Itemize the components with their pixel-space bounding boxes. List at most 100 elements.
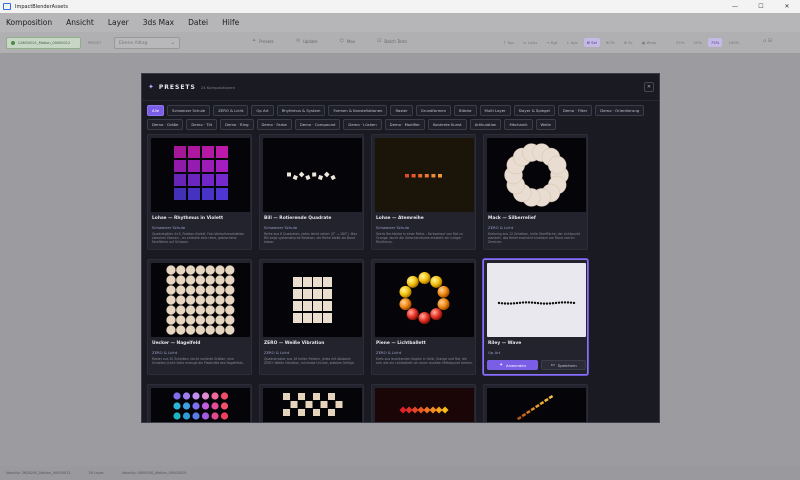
menu-bar: Komposition Ansicht Layer 3ds Max Datei … [0, 13, 800, 32]
zoom-100[interactable]: 100% [725, 38, 742, 47]
filter-chip[interactable]: Demo · Lücken [343, 119, 382, 130]
maximize-icon[interactable]: ☐ [748, 0, 774, 13]
preset-title: Mack — Silberrelief [488, 216, 536, 221]
save-button[interactable]: ▭ Speichern [541, 360, 586, 370]
filter-chip[interactable]: Raster [390, 105, 413, 116]
menu-hilfe[interactable]: Hilfe [222, 18, 239, 27]
nail-disc [225, 305, 235, 315]
preset-card[interactable] [259, 384, 364, 422]
checker-cell [320, 401, 328, 408]
filter-chip[interactable]: Schweizer Schule [167, 105, 211, 116]
preset-card[interactable]: Mack — Silberrelief ZERO & Licht Kreisri… [483, 134, 588, 250]
preset-card[interactable]: Piene — Lichtballett ZERO & Licht Kreis … [371, 259, 476, 375]
menu-ansicht[interactable]: Ansicht [66, 18, 94, 27]
preset-card[interactable]: Lohse — Atemreihe Schweizer Schule Sechs… [371, 134, 476, 250]
white-square [303, 277, 312, 287]
filter-chip[interactable]: Blöcke [454, 105, 477, 116]
toggle-bottom[interactable]: ↓ Agc [563, 38, 580, 47]
status-dot-icon [11, 41, 15, 45]
preset-card[interactable] [483, 384, 588, 422]
preset-thumbnail [263, 263, 362, 337]
color-dot [211, 412, 219, 420]
batch-tests-button[interactable]: ⊡ Batch Tests [377, 38, 407, 44]
toggle-wrap[interactable]: ▣ Wrap [639, 38, 660, 47]
color-dot [201, 412, 210, 420]
preset-card[interactable]: Uecker — Nagelfeld ZERO & Licht Raster a… [147, 259, 252, 375]
filter-chip[interactable]: Slayer & Spiegel [513, 105, 555, 116]
preset-card[interactable]: Bill — Rotierende Quadrate Schweizer Sch… [259, 134, 364, 250]
filter-chip[interactable]: Rhythmus & System [276, 105, 326, 116]
wave-dot [554, 301, 558, 305]
wave-dot [518, 301, 522, 304]
nail-disc [176, 325, 186, 335]
preset-category: Schweizer Schule [376, 225, 410, 230]
preset-card[interactable] [147, 384, 252, 422]
toggle-fit[interactable]: ⊕ Fit [603, 38, 618, 47]
color-dot [173, 392, 181, 400]
toggle-scale[interactable]: ⊗ Sc [621, 38, 636, 47]
toggle-links[interactable]: ▭ Links [520, 38, 541, 47]
filter-chip[interactable]: Konkrete Kunst [427, 119, 467, 130]
filter-chip[interactable]: Formen & Konstellationen [328, 105, 388, 116]
filter-chip[interactable]: Artikulation [469, 119, 502, 130]
thumb-checker [283, 393, 343, 416]
preset-description: Sechs Rechtecke in einer Reihe – Farbver… [376, 232, 463, 245]
filter-chip[interactable]: Mechanik [504, 119, 533, 130]
white-square [323, 277, 332, 287]
zoom-25[interactable]: 25% [673, 38, 687, 47]
relief-disc [548, 155, 567, 175]
preset-card[interactable]: ZERO — Weiße Vibration ZERO & Licht Quad… [259, 259, 364, 375]
preset-card[interactable] [371, 384, 476, 422]
nail-disc [185, 275, 196, 285]
filter-chip[interactable]: Demo · Größe [147, 119, 184, 130]
toggle-right[interactable]: → Rgt [543, 38, 560, 47]
filter-chip[interactable]: Op Art [251, 105, 274, 116]
misc-icons[interactable]: ⌂ ⊟ [763, 38, 772, 44]
filter-chip[interactable]: Demo · Tilt [186, 119, 218, 130]
nail-disc [195, 265, 206, 275]
nail-disc [185, 285, 196, 295]
filter-chip[interactable]: Demo · Filter [557, 105, 593, 116]
filter-chip[interactable]: ZERO & Licht [213, 105, 249, 116]
toggle-top[interactable]: ↑ Top [500, 38, 517, 47]
preset-title: Lohse — Atemreihe [376, 216, 424, 221]
toolbar: CAM10021_Motion_00000012 PRESET Ebene Al… [0, 32, 800, 54]
update-button[interactable]: ⟲ Update [296, 38, 318, 44]
preset-thumbnail [151, 138, 250, 212]
zoom-50[interactable]: 50% [690, 38, 704, 47]
menu-3dsmax[interactable]: 3ds Max [143, 18, 174, 27]
close-window-icon[interactable]: ✕ [774, 0, 800, 13]
white-square [313, 277, 322, 287]
filter-chip[interactable]: Demo · Orientierung [595, 105, 645, 116]
filter-chip[interactable]: Multi Layer [479, 105, 511, 116]
preset-card-selected[interactable]: Riley — Wave Op Art ✦ Anwenden ▭ Speichern [483, 259, 588, 375]
apply-button[interactable]: ✦ Anwenden [487, 360, 539, 370]
menu-layer[interactable]: Layer [108, 18, 129, 27]
white-square [313, 289, 322, 299]
filter-chip[interactable]: Demo · Modifier [384, 119, 425, 130]
filter-chip[interactable]: Demo · Farbe [256, 119, 292, 130]
menu-datei[interactable]: Datei [188, 18, 208, 27]
preset-category: ZERO & Licht [488, 225, 514, 230]
minimize-icon[interactable]: — [722, 0, 748, 13]
status-badge[interactable]: CAM10021_Motion_00000012 [6, 37, 81, 49]
preset-select[interactable]: Ebene Alltag ⌄ [114, 37, 180, 49]
wave-dot [503, 302, 507, 305]
filter-chip[interactable]: Alle [147, 105, 165, 116]
filter-chip[interactable]: Grundformen [415, 105, 452, 116]
close-icon[interactable]: ✕ [644, 82, 654, 92]
menu-komposition[interactable]: Komposition [6, 18, 52, 27]
presets-button[interactable]: ✦ Presets [252, 38, 274, 44]
wand-icon: ✦ [499, 362, 504, 368]
zoom-75[interactable]: 75% [707, 38, 723, 47]
atem-rect [418, 174, 423, 178]
wave-dot [548, 302, 552, 305]
filter-chip[interactable]: Demo · Ring [220, 119, 254, 130]
preset-card[interactable]: Lohse — Rhythmus in Violett Schweizer Sc… [147, 134, 252, 250]
filter-chip[interactable]: Welle [535, 119, 556, 130]
nail-disc [185, 325, 196, 335]
filter-chip[interactable]: Demo · Compound [294, 119, 341, 130]
toggle-select[interactable]: ⊞ Sel [583, 38, 600, 47]
max-button[interactable]: ⌬ Max [339, 38, 355, 44]
rotated-square [330, 174, 336, 181]
